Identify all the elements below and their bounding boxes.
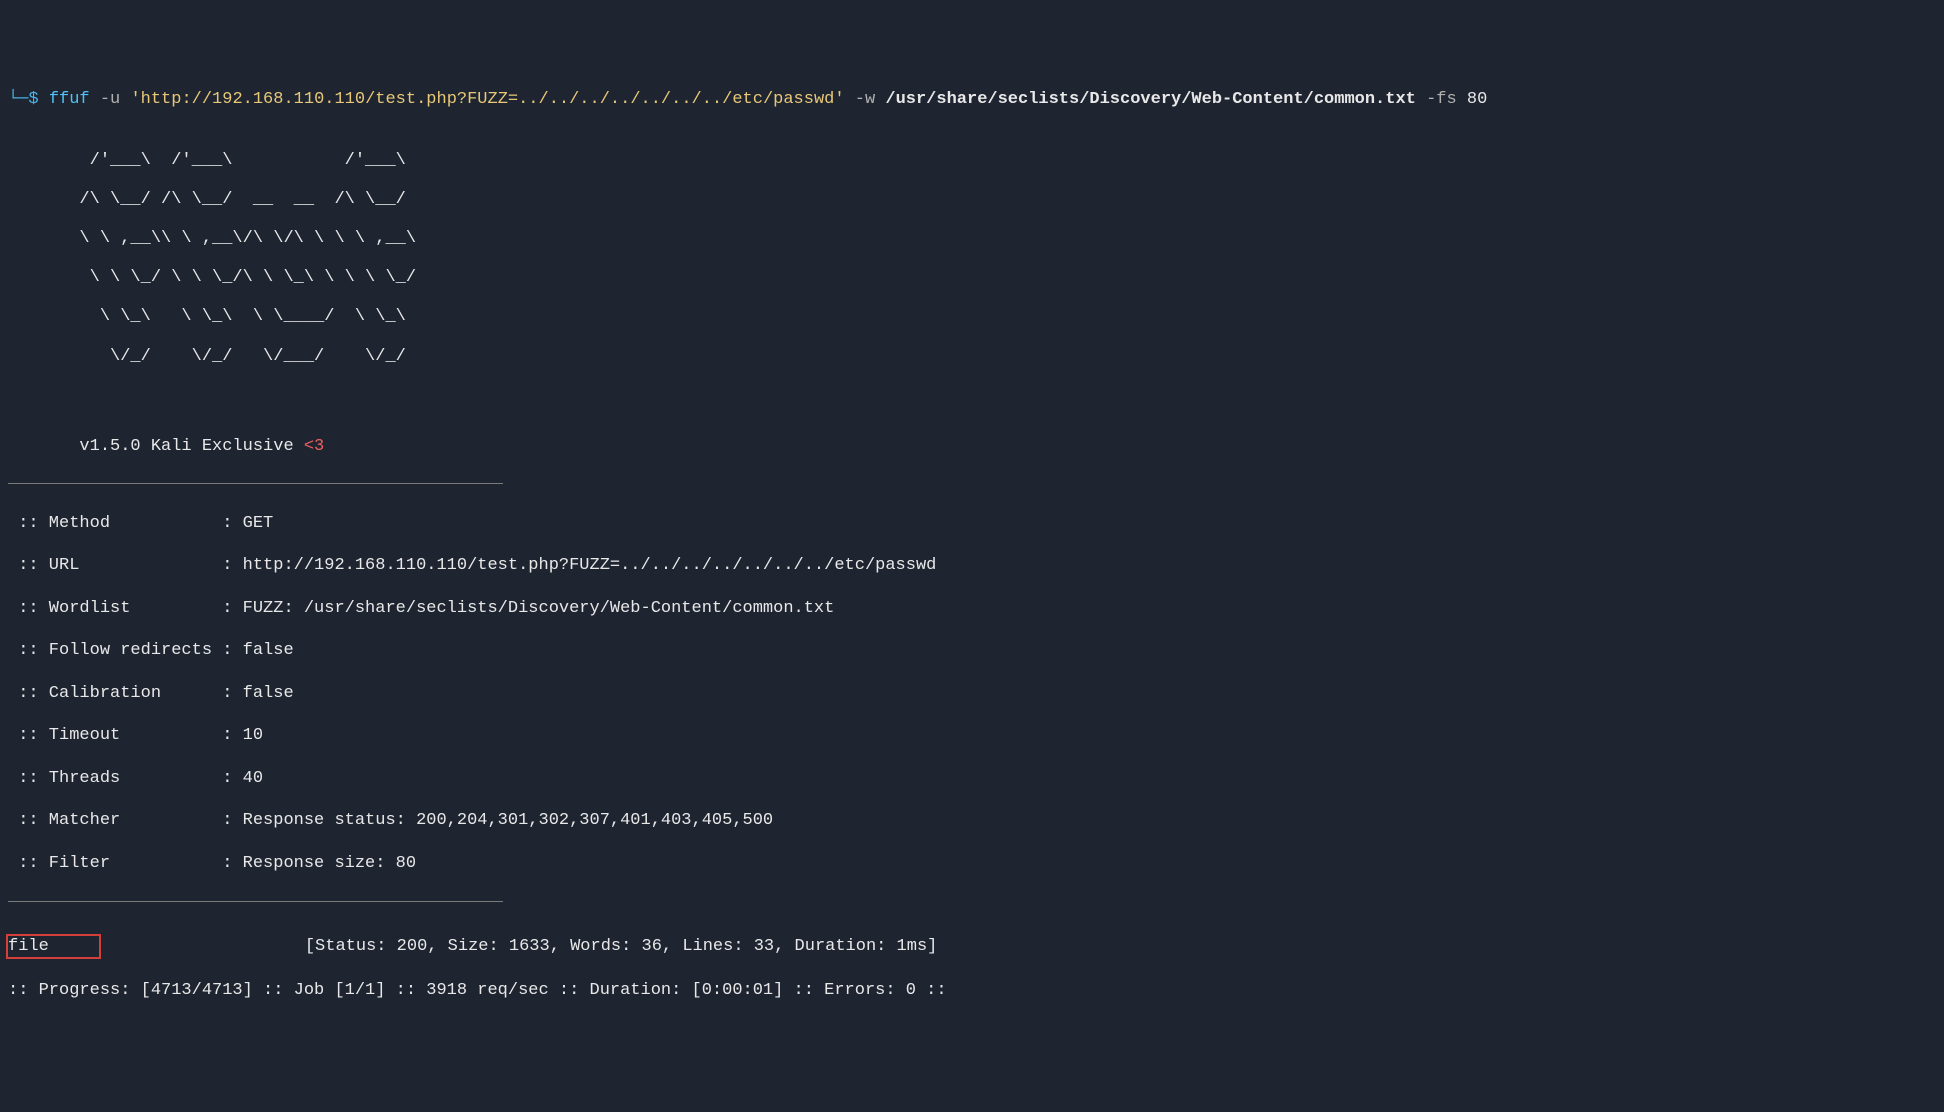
command-name: ffuf [49,90,90,109]
config-method: :: Method : GET [8,513,1936,534]
flag-w: -w [845,90,886,109]
result-details: [Status: 200, Size: 1633, Words: 36, Lin… [305,937,938,956]
ascii-line: /\ \__/ /\ \__/ __ __ /\ \__/ [8,190,1936,210]
prompt-char: └─ [8,90,28,109]
ffuf-ascii-banner: /'___\ /'___\ /'___\ /\ \__/ /\ \__/ __ … [8,132,1936,386]
config-url: :: URL : http://192.168.110.110/test.php… [8,555,1936,576]
config-calibration: :: Calibration : false [8,683,1936,704]
ascii-line: \/_/ \/_/ \/___/ \/_/ [8,347,1936,367]
result-name: file [8,937,49,956]
result-match-highlight: file [6,934,101,959]
config-follow-redirects: :: Follow redirects : false [8,640,1936,661]
ascii-line: \ \ \_/ \ \ \_/\ \ \_\ \ \ \ \_/ [8,268,1936,288]
config-threads: :: Threads : 40 [8,768,1936,789]
config-matcher: :: Matcher : Response status: 200,204,30… [8,810,1936,831]
result-line: file [Status: 200, Size: 1633, Words: 36… [8,934,1936,959]
prompt-dollar: $ [28,90,48,109]
progress-line: :: Progress: [4713/4713] :: Job [1/1] ::… [8,980,1936,1001]
config-wordlist: :: Wordlist : FUZZ: /usr/share/seclists/… [8,598,1936,619]
command-url: 'http://192.168.110.110/test.php?FUZZ=..… [130,90,844,109]
heart-icon: <3 [304,437,324,456]
divider-top [8,483,503,484]
version-text: v1.5.0 Kali Exclusive [8,437,304,456]
ascii-line: \ \_\ \ \_\ \ \____/ \ \_\ [8,307,1936,327]
ascii-line: \ \ ,__\\ \ ,__\/\ \/\ \ \ \ ,__\ [8,229,1936,249]
divider-bottom [8,901,503,902]
config-timeout: :: Timeout : 10 [8,725,1936,746]
command-wordlist: /usr/share/seclists/Discovery/Web-Conten… [885,90,1416,109]
ascii-line: /'___\ /'___\ /'___\ [8,151,1936,171]
version-line: v1.5.0 Kali Exclusive <3 [8,436,1936,457]
flag-u: -u [90,90,131,109]
config-filter: :: Filter : Response size: 80 [8,853,1936,874]
terminal-command-line: └─$ ffuf -u 'http://192.168.110.110/test… [8,89,1936,110]
result-spacing [101,937,305,956]
fs-value: 80 [1467,90,1487,109]
flag-fs: -fs [1416,90,1467,109]
